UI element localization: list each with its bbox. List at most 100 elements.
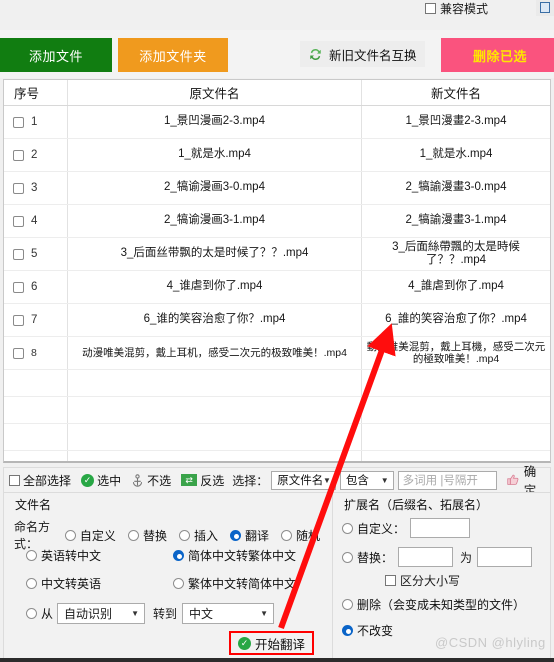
case-sensitive-box[interactable] [385, 575, 396, 586]
table-row[interactable]: 2 1_就是水.mp4 1_就是水.mp4 [4, 139, 550, 172]
window-edge-control[interactable] [536, 0, 554, 16]
table-row[interactable]: 6 4_谁虐到你了.mp4 4_誰虐到你了.mp4 [4, 271, 550, 304]
ext-delete-row[interactable]: 删除（会变成未知类型的文件） [342, 596, 525, 613]
row-checkbox[interactable] [13, 149, 24, 161]
ext-option-delete[interactable]: 删除（会变成未知类型的文件） [342, 596, 525, 613]
compat-mode-checkbox[interactable]: 兼容模式 [425, 0, 488, 17]
ext-replace-row: 替换： 为 [342, 547, 533, 567]
check-selected-button[interactable]: ✓ 选中 [81, 472, 121, 489]
table-row-empty [4, 397, 550, 424]
old-name-text: 2_犒谕漫画3-1.mp4 [164, 214, 265, 227]
uncheck-selected-button[interactable]: 不选 [131, 472, 171, 489]
swap-names-label: 新旧文件名互换 [329, 48, 417, 63]
radio-custom[interactable] [64, 529, 76, 541]
select-mode-dropdown[interactable]: 包含 ▼ [339, 470, 394, 490]
radio-trad-to-simp[interactable] [173, 578, 185, 589]
thumbs-up-icon [506, 473, 520, 487]
table-row[interactable]: 5 3_后面丝带飘的太是时候了？？.mp4 3_后面絲帶飄的太是時候了？？.mp4 [4, 238, 550, 271]
file-table: 序号 原文件名 新文件名 1 1_景凹漫画2-3.mp4 1_景凹漫畫2-3.mp4… [3, 79, 551, 463]
ext-case-row[interactable]: 区分大小写 [385, 572, 460, 589]
ext-option-custom[interactable]: 自定义： [342, 520, 405, 537]
row-checkbox[interactable] [13, 215, 24, 227]
selection-toolbar: 全部选择 ✓ 选中 不选 ⇄ 反选 选择： 原文件名 ▼ 包含 ▼ 多词用 |号… [3, 465, 551, 498]
start-translate-button[interactable]: ✓ 开始翻译 [229, 631, 314, 655]
radio-en-to-zh[interactable] [26, 550, 37, 561]
table-row[interactable]: 7 6_谁的笑容治愈了你？.mp4 6_誰的笑容治愈了你？.mp4 [4, 304, 550, 337]
chevron-down-icon: ▼ [260, 609, 269, 618]
radio-replace[interactable] [127, 529, 139, 541]
radio-ext-delete[interactable] [342, 599, 353, 610]
to-language-dropdown[interactable]: 中文 ▼ [182, 603, 275, 624]
translate-option-from[interactable]: 从 [26, 605, 53, 622]
radio-ext-replace[interactable] [342, 551, 353, 563]
row-index-cell: 1 [4, 106, 67, 138]
old-name-text: 2_犒谕漫画3-0.mp4 [164, 181, 265, 194]
translate-option-en-to-zh[interactable]: 英语转中文 [26, 547, 101, 564]
translate-option-trad-to-simp[interactable]: 繁体中文转简体中文 [173, 575, 296, 592]
ext-option-replace[interactable]: 替换： [342, 549, 393, 566]
invert-icon: ⇄ [181, 474, 198, 486]
radio-simp-to-trad[interactable] [173, 550, 185, 561]
naming-option-random[interactable]: 随机 [280, 527, 320, 544]
row-checkbox[interactable] [13, 314, 24, 326]
naming-option-custom[interactable]: 自定义 [64, 527, 116, 544]
ext-keep-row[interactable]: 不改变 [342, 622, 393, 639]
from-language-dropdown[interactable]: 自动识别 ▼ [57, 603, 146, 624]
radio-zh-to-en[interactable] [26, 578, 37, 589]
radio-insert[interactable] [178, 529, 190, 541]
ext-option-keep[interactable]: 不改变 [342, 622, 393, 639]
invert-selection-label: 反选 [200, 473, 225, 488]
radio-random[interactable] [280, 529, 292, 541]
row-index-cell: 5 [4, 238, 67, 270]
extension-panel-title: 扩展名（后缀名、拓展名） [342, 496, 491, 513]
compat-mode-label: 兼容模式 [440, 2, 489, 16]
naming-option-insert-label: 插入 [193, 528, 218, 543]
row-checkbox[interactable] [13, 248, 24, 260]
old-name-text: 4_谁虐到你了.mp4 [166, 280, 263, 293]
radio-translate[interactable] [229, 529, 241, 541]
ext-custom-input[interactable] [410, 518, 471, 538]
radio-from-lang[interactable] [26, 608, 37, 619]
compat-mode-box[interactable] [425, 3, 436, 14]
table-row[interactable]: 3 2_犒谕漫画3-0.mp4 2_犒諭漫畫3-0.mp4 [4, 172, 550, 205]
row-checkbox[interactable] [13, 116, 24, 128]
select-all-checkbox[interactable]: 全部选择 [9, 472, 71, 489]
empty-cell [361, 424, 550, 450]
table-row[interactable]: 8 动漫唯美混剪，戴上耳机，感受二次元的极致唯美！.mp4 動漫唯美混剪，戴上耳機，… [4, 337, 550, 370]
row-checkbox[interactable] [13, 281, 24, 293]
translate-option-zh-to-en[interactable]: 中文转英语 [26, 575, 101, 592]
ext-replace-from-input[interactable] [398, 547, 454, 567]
translate-option-zh-to-en-label: 中文转英语 [41, 577, 102, 591]
watermark: @CSDN @hlyling [435, 635, 546, 650]
table-row[interactable]: 1 1_景凹漫画2-3.mp4 1_景凹漫畫2-3.mp4 [4, 106, 550, 139]
delete-selected-button[interactable]: 删除已选 [441, 38, 554, 72]
radio-ext-keep[interactable] [342, 625, 353, 636]
table-row[interactable]: 4 2_犒谕漫画3-1.mp4 2_犒諭漫畫3-1.mp4 [4, 205, 550, 238]
translate-option-trad-to-simp-label: 繁体中文转简体中文 [188, 577, 297, 591]
invert-selection-button[interactable]: ⇄ 反选 [181, 472, 224, 489]
ext-replace-to-input[interactable] [477, 547, 533, 567]
new-name-text: 1_就是水.mp4 [419, 148, 493, 161]
select-field-dropdown[interactable]: 原文件名 ▼ [271, 470, 336, 490]
old-name-cell: 3_后面丝带飘的太是时候了？？.mp4 [67, 238, 361, 270]
chevron-down-icon: ▼ [322, 475, 331, 485]
row-checkbox[interactable] [13, 182, 24, 194]
ext-delete-label: 删除（会变成未知类型的文件） [357, 598, 526, 612]
naming-option-replace[interactable]: 替换 [127, 527, 167, 544]
add-folder-button[interactable]: 添加文件夹 [118, 38, 228, 72]
naming-option-insert[interactable]: 插入 [178, 527, 218, 544]
swap-names-button[interactable]: 新旧文件名互换 [300, 41, 425, 67]
row-checkbox[interactable] [13, 347, 24, 359]
add-file-button[interactable]: 添加文件 [0, 38, 112, 72]
new-name-cell: 1_就是水.mp4 [361, 139, 550, 171]
ext-replace-label: 替换： [357, 550, 394, 565]
naming-option-translate[interactable]: 翻译 [229, 527, 269, 544]
radio-ext-custom[interactable] [342, 522, 353, 534]
row-index-cell: 2 [4, 139, 67, 171]
select-all-box[interactable] [9, 474, 20, 486]
empty-cell [4, 397, 67, 423]
new-name-text: 1_景凹漫畫2-3.mp4 [405, 115, 507, 128]
empty-cell [4, 451, 67, 461]
translate-option-simp-to-trad[interactable]: 简体中文转繁体中文 [173, 547, 296, 564]
keyword-input[interactable]: 多词用 |号隔开 [397, 470, 497, 490]
